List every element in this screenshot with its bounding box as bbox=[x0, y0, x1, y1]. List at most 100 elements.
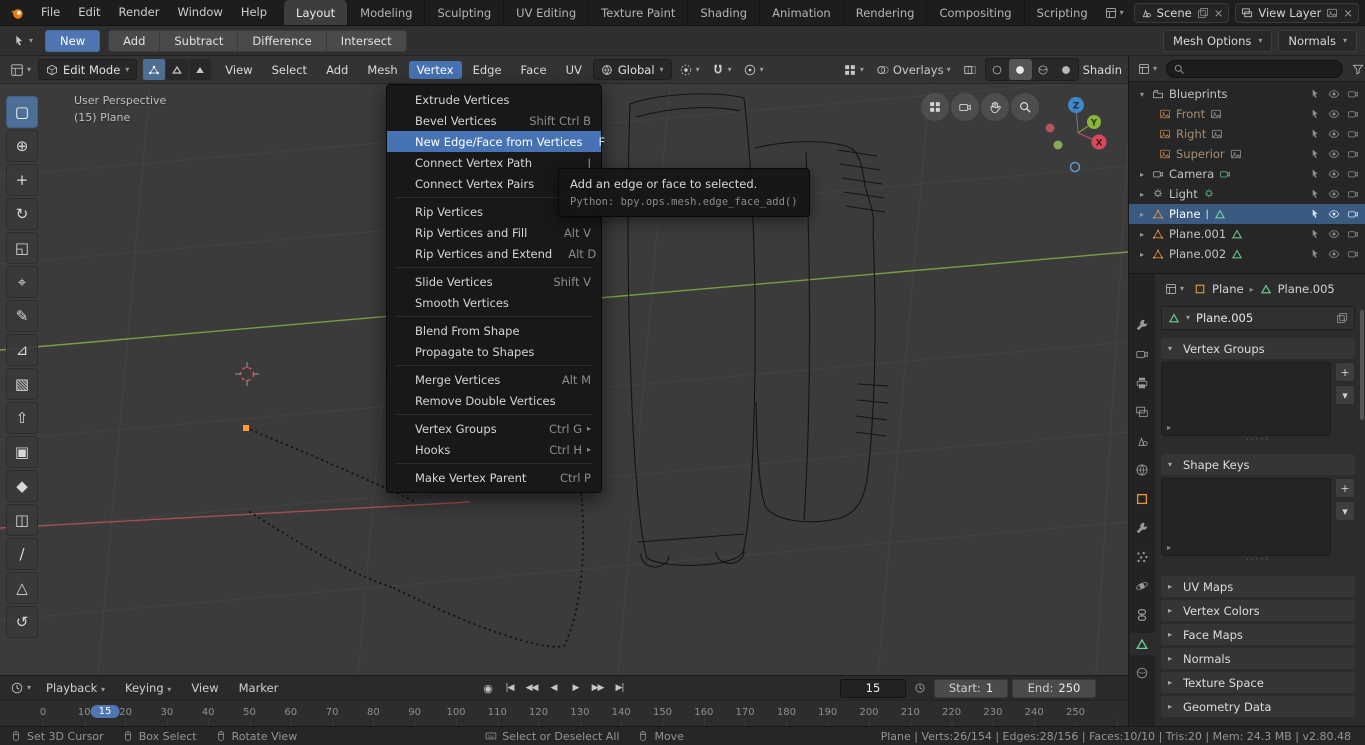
selectable-icon[interactable] bbox=[1309, 208, 1321, 220]
menu-item-make-vertex-parent[interactable]: Make Vertex Parent Ctrl P bbox=[387, 467, 601, 488]
menu-add[interactable]: Add bbox=[318, 61, 356, 79]
outliner-search-field[interactable] bbox=[1166, 59, 1344, 78]
hide-icon[interactable] bbox=[1328, 168, 1340, 180]
menu-item-blend-from-shape[interactable]: Blend From Shape bbox=[387, 320, 601, 341]
menu-item-vertex-groups[interactable]: Vertex Groups Ctrl G ▸ bbox=[387, 418, 601, 439]
outliner-row-superior[interactable]: Superior bbox=[1129, 144, 1365, 164]
workspace-tab-sculpting[interactable]: Sculpting bbox=[425, 0, 505, 25]
workspace-tab-uv-editing[interactable]: UV Editing bbox=[504, 0, 590, 25]
workspace-options-button[interactable]: ▾ bbox=[1101, 4, 1128, 22]
menu-marker[interactable]: Marker bbox=[230, 681, 288, 695]
tool-bevel[interactable]: ◆ bbox=[6, 470, 38, 502]
camera-view-icon[interactable] bbox=[951, 93, 979, 121]
select-mode-difference-button[interactable]: Difference bbox=[238, 29, 327, 52]
new-scene-icon[interactable] bbox=[1197, 7, 1209, 19]
hide-icon[interactable] bbox=[1328, 128, 1340, 140]
menu-item-rip-vertices-and-fill[interactable]: Rip Vertices and Fill Alt V bbox=[387, 222, 601, 243]
blender-logo-icon[interactable] bbox=[2, 6, 32, 20]
tab-view-layer[interactable] bbox=[1130, 401, 1155, 423]
tool-rotate[interactable]: ↻ bbox=[6, 198, 38, 230]
tab-object[interactable] bbox=[1130, 488, 1155, 510]
unlink-scene-icon[interactable]: × bbox=[1214, 6, 1224, 20]
menu-render[interactable]: Render bbox=[110, 0, 169, 25]
breadcrumb-object[interactable]: Plane bbox=[1212, 282, 1244, 296]
properties-editor-type-button[interactable]: ▾ bbox=[1161, 280, 1188, 298]
tool-scale[interactable]: ◱ bbox=[6, 232, 38, 264]
overlays-button[interactable]: Overlays ▾ bbox=[872, 60, 955, 80]
scene-selector[interactable]: Scene × bbox=[1133, 2, 1230, 23]
menu-item-smooth-vertices[interactable]: Smooth Vertices bbox=[387, 292, 601, 313]
menu-timeline-view[interactable]: View bbox=[182, 681, 227, 695]
menu-item-merge-vertices[interactable]: Merge Vertices Alt M bbox=[387, 369, 601, 390]
pan-view-icon[interactable] bbox=[981, 93, 1009, 121]
browse-mesh-icon[interactable] bbox=[1168, 312, 1180, 324]
vertex-groups-list[interactable]: ▸ bbox=[1161, 362, 1331, 436]
material-shading-button[interactable] bbox=[1032, 59, 1055, 80]
tool-measure[interactable]: ⊿ bbox=[6, 334, 38, 366]
menu-item-propagate-to-shapes[interactable]: Propagate to Shapes bbox=[387, 341, 601, 362]
hide-icon[interactable] bbox=[1328, 248, 1340, 260]
shape-key-add-button[interactable]: + bbox=[1335, 478, 1355, 498]
editor-type-button[interactable]: ▾ bbox=[6, 60, 35, 80]
menu-item-rip-vertices-and-extend[interactable]: Rip Vertices and Extend Alt D bbox=[387, 243, 601, 264]
tool-inset-faces[interactable]: ▣ bbox=[6, 436, 38, 468]
mesh-options-dropdown[interactable]: Mesh Options ▾ bbox=[1163, 29, 1273, 52]
render-visibility-icon[interactable] bbox=[1347, 108, 1359, 120]
selectable-icon[interactable] bbox=[1309, 188, 1321, 200]
face-select-mode-button[interactable] bbox=[189, 59, 212, 80]
menu-item-extrude-vertices[interactable]: Extrude Vertices bbox=[387, 89, 601, 110]
properties-scrollbar[interactable] bbox=[1360, 310, 1364, 420]
selectable-icon[interactable] bbox=[1309, 168, 1321, 180]
workspace-tab-rendering[interactable]: Rendering bbox=[844, 0, 928, 25]
outliner-editor-type-button[interactable]: ▾ bbox=[1134, 60, 1161, 78]
outliner-row-light[interactable]: ▸ Light bbox=[1129, 184, 1365, 204]
tab-tool[interactable] bbox=[1130, 314, 1155, 336]
menu-edge[interactable]: Edge bbox=[465, 61, 510, 79]
select-mode-subtract-button[interactable]: Subtract bbox=[160, 29, 239, 52]
mesh-name-input[interactable] bbox=[1196, 311, 1330, 325]
list-filter-expander[interactable]: ▸ bbox=[1167, 423, 1171, 432]
menu-select[interactable]: Select bbox=[264, 61, 315, 79]
shading-label[interactable]: Shadin bbox=[1083, 63, 1122, 77]
outliner-row-blueprints[interactable]: ▾ Blueprints bbox=[1129, 84, 1365, 104]
workspace-tab-modeling[interactable]: Modeling bbox=[348, 0, 426, 25]
menu-uv[interactable]: UV bbox=[558, 61, 590, 79]
filter-icon[interactable] bbox=[1348, 60, 1365, 78]
menu-keying[interactable]: Keying ▾ bbox=[116, 681, 180, 695]
tool-cursor[interactable]: ⊕ bbox=[6, 130, 38, 162]
tab-world[interactable] bbox=[1130, 459, 1155, 481]
menu-item-new-edge-face-from-vertices[interactable]: New Edge/Face from Vertices F bbox=[387, 131, 605, 152]
normals-dropdown[interactable]: Normals ▾ bbox=[1278, 29, 1357, 52]
selectable-icon[interactable] bbox=[1309, 128, 1321, 140]
menu-edit[interactable]: Edit bbox=[69, 0, 109, 25]
selectable-icon[interactable] bbox=[1309, 248, 1321, 260]
menu-item-remove-double-vertices[interactable]: Remove Double Vertices bbox=[387, 390, 601, 411]
resize-grip[interactable]: ····· bbox=[1161, 556, 1355, 566]
workspace-tab-layout[interactable]: Layout bbox=[284, 0, 349, 25]
new-view-layer-icon[interactable] bbox=[1326, 7, 1338, 19]
edge-select-mode-button[interactable] bbox=[166, 59, 189, 80]
tab-scene[interactable] bbox=[1130, 430, 1155, 452]
fake-user-icon[interactable] bbox=[1336, 312, 1348, 324]
xray-toggle-button[interactable] bbox=[959, 60, 981, 80]
nav-gizmo[interactable]: Z Y X bbox=[1045, 97, 1107, 173]
outliner-row-right[interactable]: Right bbox=[1129, 124, 1365, 144]
tool-transform[interactable]: ⌖ bbox=[6, 266, 38, 298]
vertex-select-mode-button[interactable] bbox=[143, 59, 166, 80]
menu-window[interactable]: Window bbox=[168, 0, 231, 25]
render-visibility-icon[interactable] bbox=[1347, 148, 1359, 160]
menu-playback[interactable]: Playback ▾ bbox=[37, 681, 114, 695]
panel-vertex-groups-header[interactable]: ▾ Vertex Groups bbox=[1161, 338, 1355, 359]
selectable-icon[interactable] bbox=[1309, 108, 1321, 120]
tab-render[interactable] bbox=[1130, 343, 1155, 365]
tool-extrude-region[interactable]: ⇧ bbox=[6, 402, 38, 434]
tab-physics[interactable] bbox=[1130, 575, 1155, 597]
panel-texture-space-header[interactable]: ▸ Texture Space bbox=[1161, 672, 1355, 693]
render-visibility-icon[interactable] bbox=[1347, 208, 1359, 220]
snap-toggle-button[interactable]: ▾ bbox=[707, 60, 736, 80]
hide-icon[interactable] bbox=[1328, 88, 1340, 100]
vertex-group-specials-button[interactable]: ▾ bbox=[1335, 385, 1355, 405]
shape-keys-list[interactable]: ▸ bbox=[1161, 478, 1331, 556]
play-button[interactable]: ▶ bbox=[566, 679, 585, 697]
tool-add-cube[interactable]: ▧ bbox=[6, 368, 38, 400]
